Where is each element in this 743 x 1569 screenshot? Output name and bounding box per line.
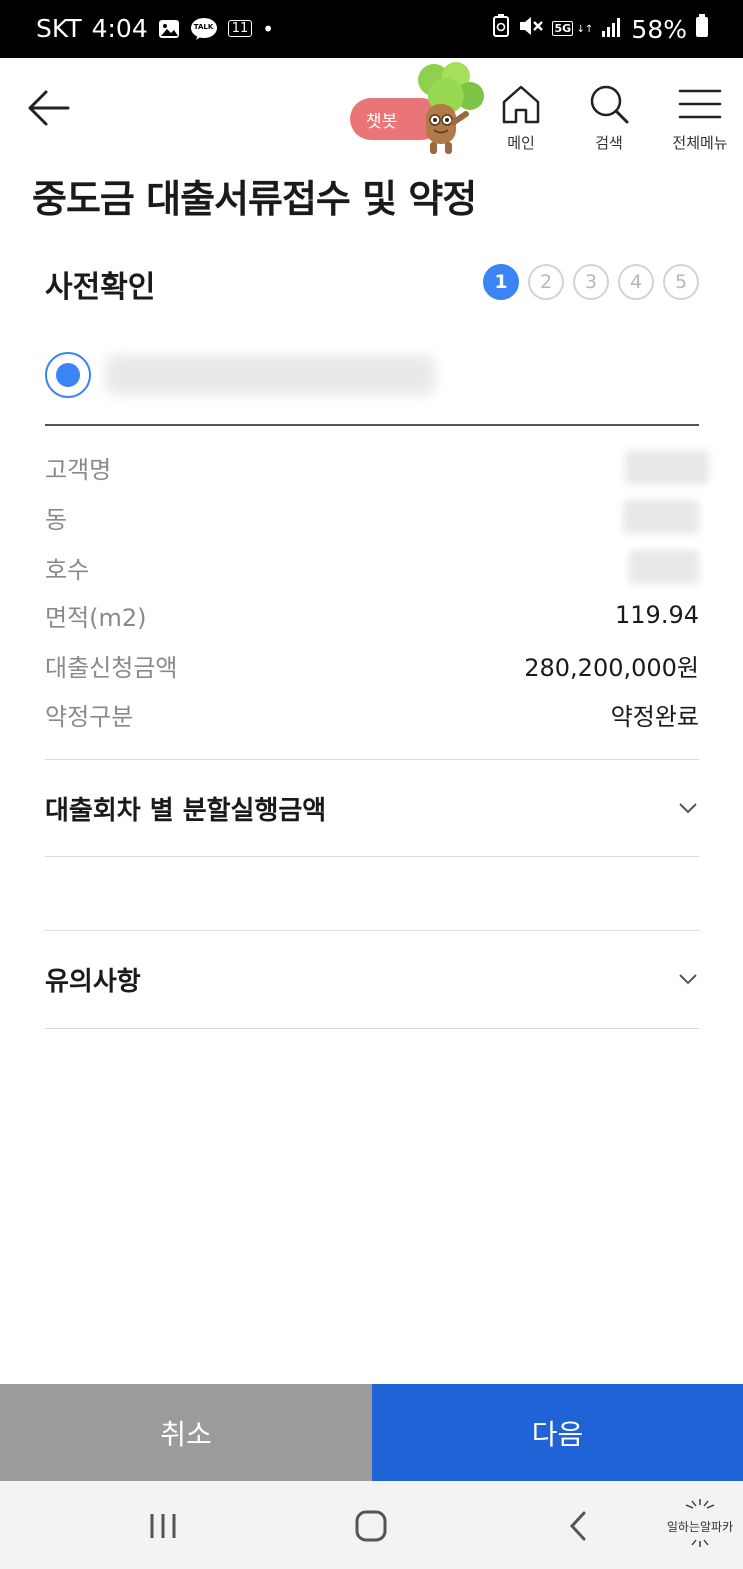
step-4: 4 xyxy=(618,264,654,300)
contract-radio-option[interactable] xyxy=(45,348,699,402)
info-label: 호수 xyxy=(45,555,90,584)
info-value: 119.94 xyxy=(615,601,699,629)
status-bar: SKT 4:04 TALK 11 • 5G ↓↑ 58% xyxy=(0,0,743,58)
talk-badge-text: TALK xyxy=(193,22,214,31)
arrow-left-icon xyxy=(28,90,70,126)
info-row-contract-status: 약정구분 약정완료 xyxy=(45,694,699,734)
menu-icon xyxy=(678,89,722,119)
nav-home-label: 메인 xyxy=(507,134,535,152)
step-indicator: 1 2 3 4 5 xyxy=(483,264,699,300)
redacted-value xyxy=(625,450,709,484)
info-label: 대출신청금액 xyxy=(45,653,178,682)
next-button[interactable]: 다음 xyxy=(372,1384,743,1481)
accordion-notice[interactable]: 유의사항 xyxy=(45,931,699,1027)
recycle-battery-icon xyxy=(492,14,510,44)
radio-selected-icon[interactable] xyxy=(45,352,91,398)
battery-icon xyxy=(695,14,709,44)
nav-menu-button[interactable]: 전체메뉴 xyxy=(663,82,737,158)
watermark: 일하는알파카 xyxy=(660,1497,740,1553)
back-system-button[interactable] xyxy=(548,1501,608,1551)
info-row-building: 동 xyxy=(45,497,699,537)
redacted-contract-label xyxy=(105,355,435,395)
nav-menu-label: 전체메뉴 xyxy=(672,134,728,152)
step-2: 2 xyxy=(528,264,564,300)
info-label: 동 xyxy=(45,505,68,534)
accordion-title: 대출회차 별 분할실행금액 xyxy=(45,795,327,826)
divider xyxy=(45,424,699,426)
tree-mascot-icon[interactable] xyxy=(410,62,488,158)
info-row-unit: 호수 xyxy=(45,547,699,587)
network-label: 5G xyxy=(552,21,574,36)
sparkle-icon xyxy=(691,1539,709,1547)
home-circle-icon xyxy=(355,1510,387,1542)
back-chevron-icon xyxy=(569,1511,586,1541)
accordion-title: 유의사항 xyxy=(45,966,141,997)
info-value: 약정완료 xyxy=(610,702,699,731)
back-button[interactable] xyxy=(20,82,76,134)
nav-search-button[interactable]: 검색 xyxy=(572,82,646,158)
accordion-installment-amounts[interactable]: 대출회차 별 분할실행금액 xyxy=(45,760,699,856)
step-5: 5 xyxy=(663,264,699,300)
kakaotalk-icon: TALK xyxy=(190,17,218,41)
home-system-button[interactable] xyxy=(341,1501,401,1551)
network-5g-icon: 5G ↓↑ xyxy=(552,21,594,36)
page-title: 중도금 대출서류접수 및 약정 xyxy=(32,177,477,221)
divider xyxy=(45,1028,699,1029)
carrier-text: SKT xyxy=(36,14,82,43)
signal-icon xyxy=(601,15,623,44)
recent-apps-button[interactable] xyxy=(133,1501,193,1551)
battery-percent: 58% xyxy=(631,14,687,44)
bottom-action-bar: 취소 다음 xyxy=(0,1384,743,1481)
recent-apps-icon xyxy=(150,1514,176,1538)
info-value: 280,200,000원 xyxy=(524,653,699,682)
info-row-area: 면적(m2) 119.94 xyxy=(45,595,699,635)
info-row-loan-amount: 대출신청금액 280,200,000원 xyxy=(45,645,699,685)
mute-icon xyxy=(518,14,544,44)
home-icon xyxy=(502,85,540,124)
chevron-down-icon xyxy=(679,803,697,814)
eleven-badge: 11 xyxy=(227,20,253,37)
cancel-button[interactable]: 취소 xyxy=(0,1384,372,1481)
redacted-value xyxy=(629,550,699,584)
notification-dot-icon: • xyxy=(262,16,275,41)
clock-text: 4:04 xyxy=(91,14,148,43)
system-nav-bar: 일하는알파카 xyxy=(0,1481,743,1569)
app-header: 챗봇 메인 검색 전체메뉴 xyxy=(0,58,743,168)
info-label: 면적(m2) xyxy=(45,603,147,632)
watermark-text: 일하는알파카 xyxy=(666,1520,734,1534)
step-1: 1 xyxy=(483,264,519,300)
section-title: 사전확인 xyxy=(45,270,156,305)
redacted-value xyxy=(623,500,699,534)
chevron-down-icon xyxy=(679,974,697,985)
info-row-customer-name: 고객명 xyxy=(45,447,709,487)
nav-home-button[interactable]: 메인 xyxy=(484,82,558,158)
chatbot-label: 챗봇 xyxy=(366,111,398,132)
nav-search-label: 검색 xyxy=(595,134,623,152)
sparkle-icon xyxy=(685,1499,715,1509)
divider xyxy=(45,856,699,857)
info-label: 고객명 xyxy=(45,455,112,484)
step-3: 3 xyxy=(573,264,609,300)
info-label: 약정구분 xyxy=(45,702,134,731)
gallery-icon xyxy=(158,18,180,40)
search-icon xyxy=(590,85,629,124)
eleven-street-icon: 11 xyxy=(227,20,253,37)
